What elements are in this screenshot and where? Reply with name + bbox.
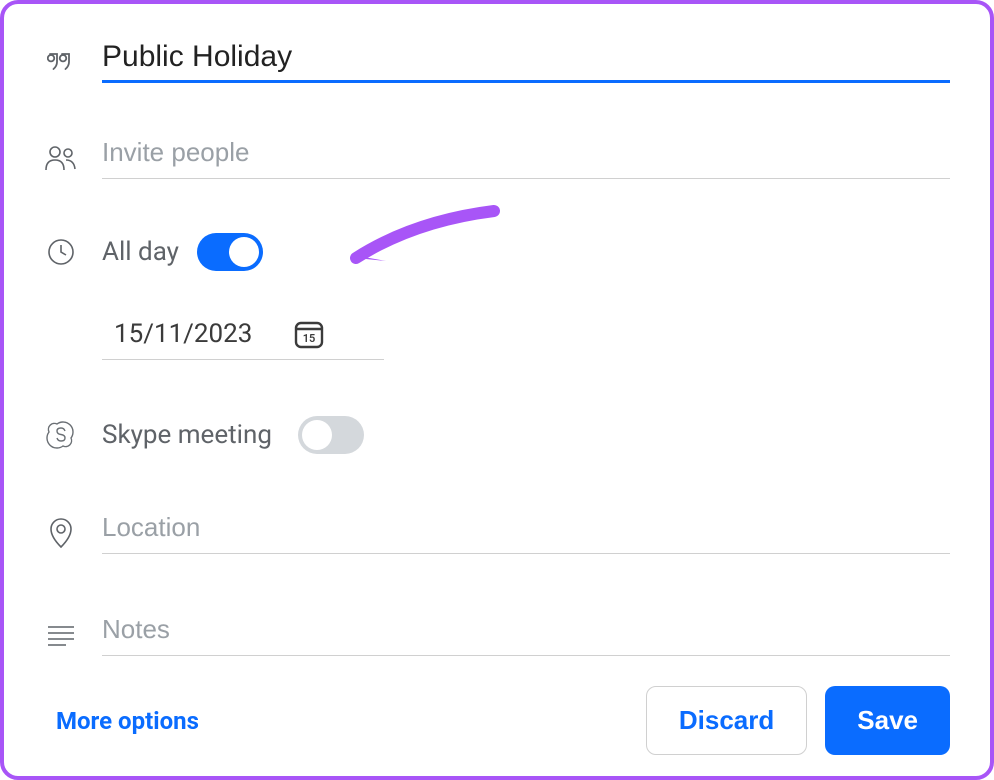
date-field[interactable]: 15/11/2023 15 (102, 317, 384, 360)
location-row (44, 512, 950, 554)
svg-text:15: 15 (303, 332, 316, 345)
invite-row (44, 137, 950, 179)
notes-input[interactable] (102, 614, 950, 645)
allday-label: All day (102, 237, 179, 267)
allday-toggle[interactable] (197, 233, 263, 271)
date-value: 15/11/2023 (114, 319, 252, 349)
event-title-input[interactable] (102, 40, 950, 83)
date-row: 15/11/2023 15 (44, 317, 950, 360)
allday-row: All day (44, 233, 950, 271)
skype-icon (44, 420, 78, 450)
invite-people-input[interactable] (102, 137, 950, 168)
notes-icon (44, 623, 78, 647)
skype-label: Skype meeting (102, 420, 272, 450)
tag-icon (44, 51, 78, 73)
location-icon (44, 517, 78, 549)
notes-row (44, 614, 950, 656)
title-row (44, 40, 950, 83)
skype-row: Skype meeting (44, 416, 950, 454)
more-options-link[interactable]: More options (56, 707, 199, 735)
clock-icon (44, 237, 78, 267)
discard-button[interactable]: Discard (646, 686, 807, 755)
people-icon (44, 144, 78, 172)
save-button[interactable]: Save (825, 686, 950, 755)
calendar-icon[interactable]: 15 (292, 317, 326, 351)
footer: More options Discard Save (44, 656, 950, 755)
event-dialog: All day 15/11/2023 15 (0, 0, 994, 780)
skype-toggle[interactable] (298, 416, 364, 454)
annotation-arrow-icon (344, 203, 504, 303)
location-input[interactable] (102, 512, 950, 543)
